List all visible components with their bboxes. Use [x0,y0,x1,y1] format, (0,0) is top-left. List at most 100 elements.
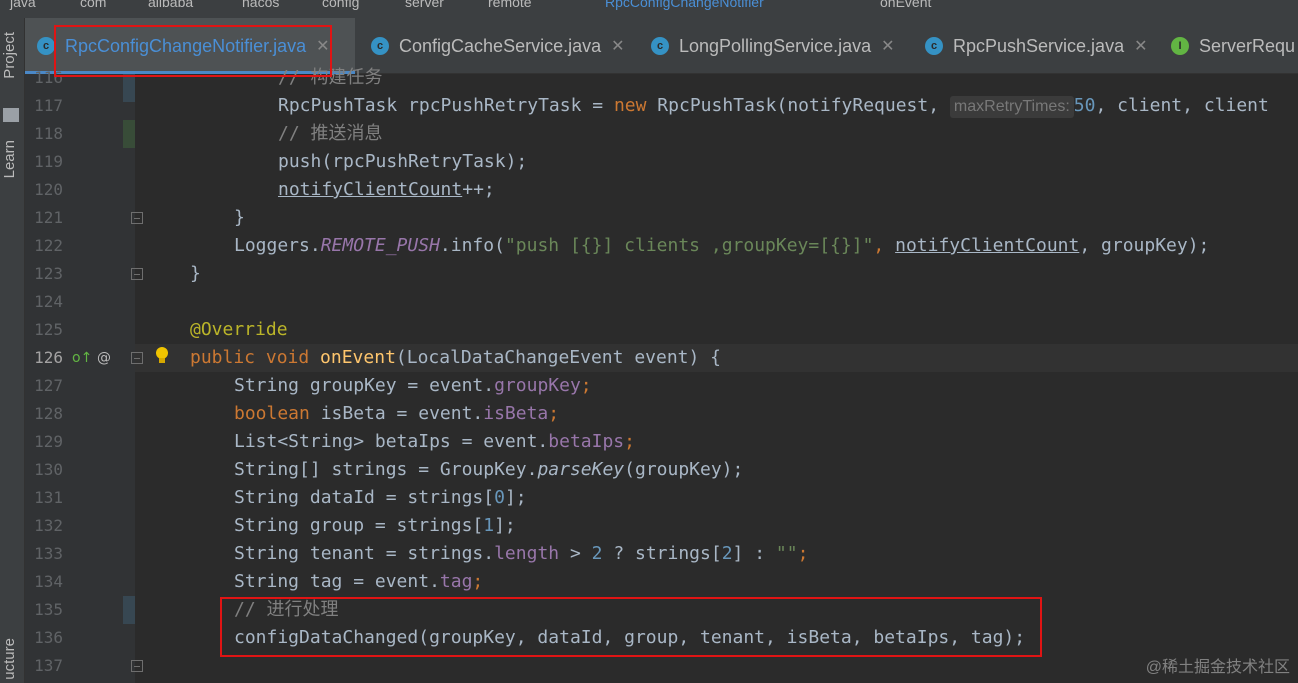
number-literal: 1 [483,515,495,536]
structure-tool-tab[interactable]: ucture [1,638,18,680]
code-text: String tag = event. [234,571,440,592]
breadcrumb-item[interactable]: server [405,0,444,10]
variable: notifyClientCount [895,235,1080,256]
number-literal: 2 [721,543,733,564]
code-line: Loggers.REMOTE_PUSH.info("push [{}] clie… [234,232,1209,260]
parameter-hint: maxRetryTimes: [949,96,1074,118]
code-text: String tenant = strings. [234,543,495,564]
watermark: @稀土掘金技术社区 [1145,659,1290,676]
string-literal: "" [775,543,798,564]
code-line: String[] strings = GroupKey.parseKey(gro… [234,456,743,484]
code-text: ? strings[ [602,543,722,564]
line-number: 130 [34,460,63,479]
code-text: ; [548,403,560,424]
code-text: String dataId = strings[ [234,487,495,508]
tab-server-request[interactable]: I ServerRequ [1171,18,1295,74]
number-literal: 2 [591,543,603,564]
code-line: } [234,204,245,232]
number-literal: 50 [1073,95,1096,116]
code-line: push(rpcPushRetryTask); [278,148,527,176]
field: length [494,543,560,564]
field: isBeta [483,403,549,424]
code-text: (LocalDataChangeEvent event) { [395,347,722,368]
keyword: public void [190,347,321,368]
line-number: 117 [34,96,63,115]
line-number: 134 [34,572,63,591]
line-number: 124 [34,292,63,311]
tab-label: ServerRequ [1199,35,1296,56]
line-number: 123 [34,264,63,283]
line-number: 126 [34,348,63,367]
breadcrumb-item[interactable]: nacos [242,0,279,10]
code-text: String group = strings[ [234,515,484,536]
change-marker[interactable] [123,120,135,148]
line-number: 135 [34,600,63,619]
code-line: String group = strings[1]; [234,512,516,540]
code-text: .info( [439,235,505,256]
navigation-bar: java com alibaba nacos config server rem… [0,0,1298,18]
code-text: ; [797,543,809,564]
line-number: 128 [34,404,63,423]
code-text: Loggers. [234,235,321,256]
code-text: } [190,263,201,284]
code-line: String dataId = strings[0]; [234,484,527,512]
field: betaIps [548,431,625,452]
tab-rpc-push-service[interactable]: c RpcPushService.java ✕ [925,18,1148,74]
breadcrumb-item[interactable]: onEvent [880,0,931,10]
breadcrumb-item[interactable]: alibaba [148,0,193,10]
tab-config-cache-service[interactable]: c ConfigCacheService.java ✕ [371,18,625,74]
annotation-icon[interactable]: @ [97,344,111,372]
code-line: // 推送消息 [278,120,383,148]
fold-icon[interactable] [131,660,143,672]
learn-tool-tab[interactable]: Learn [1,140,18,178]
change-marker[interactable] [123,74,135,102]
code-text: ; [624,431,635,452]
code-text: ]; [494,515,516,536]
close-icon[interactable]: ✕ [881,36,894,56]
close-icon[interactable]: ✕ [611,36,624,56]
highlight-box-tab [54,25,332,77]
implements-icon[interactable]: o↑ [72,344,92,372]
line-number: 122 [34,236,63,255]
line-number: 125 [34,320,63,339]
code-text: RpcPushTask rpcPushRetryTask = [278,95,614,116]
tab-long-polling-service[interactable]: c LongPollingService.java ✕ [651,18,895,74]
class-icon: c [925,37,943,55]
number-literal: 0 [494,487,505,508]
breadcrumb-item[interactable]: com [80,0,106,10]
tool-window-strip: Project Learn ucture [0,18,25,683]
code-text: RpcPushTask(notifyRequest, [646,95,950,116]
code-line: String tag = event.tag; [234,568,483,596]
line-number: 129 [34,432,63,451]
change-marker[interactable] [123,596,135,624]
tab-label: RpcPushService.java [953,35,1125,56]
line-number: 119 [34,152,63,171]
code-text: , [873,235,896,256]
line-number: 120 [34,180,63,199]
code-text: List<String> betaIps = event. [234,431,549,452]
line-number: 132 [34,516,63,535]
tab-label: ConfigCacheService.java [399,35,602,56]
code-text: , client, client [1095,95,1269,116]
folder-icon [3,108,19,122]
interface-icon: I [1171,37,1189,55]
fold-icon[interactable] [131,212,143,224]
breadcrumb-item[interactable]: RpcConfigChangeNotifier [605,0,764,10]
static-field: REMOTE_PUSH [320,235,440,256]
fold-icon[interactable] [131,268,143,280]
code-text: push(rpcPushRetryTask); [278,151,528,172]
code-text: ; [580,375,592,396]
keyword: new [613,95,647,116]
line-number: 137 [34,656,63,675]
line-number: 121 [34,208,63,227]
breadcrumb-item[interactable]: remote [488,0,532,10]
breadcrumb-item[interactable]: java [10,0,36,10]
breadcrumb-item[interactable]: config [322,0,359,10]
fold-icon[interactable] [131,352,143,364]
lightbulb-icon[interactable] [154,346,170,366]
class-icon: c [37,37,55,55]
code-text: } [234,207,245,228]
close-icon[interactable]: ✕ [1134,36,1147,56]
project-tool-tab[interactable]: Project [1,32,18,79]
comment: // 推送消息 [278,123,383,144]
